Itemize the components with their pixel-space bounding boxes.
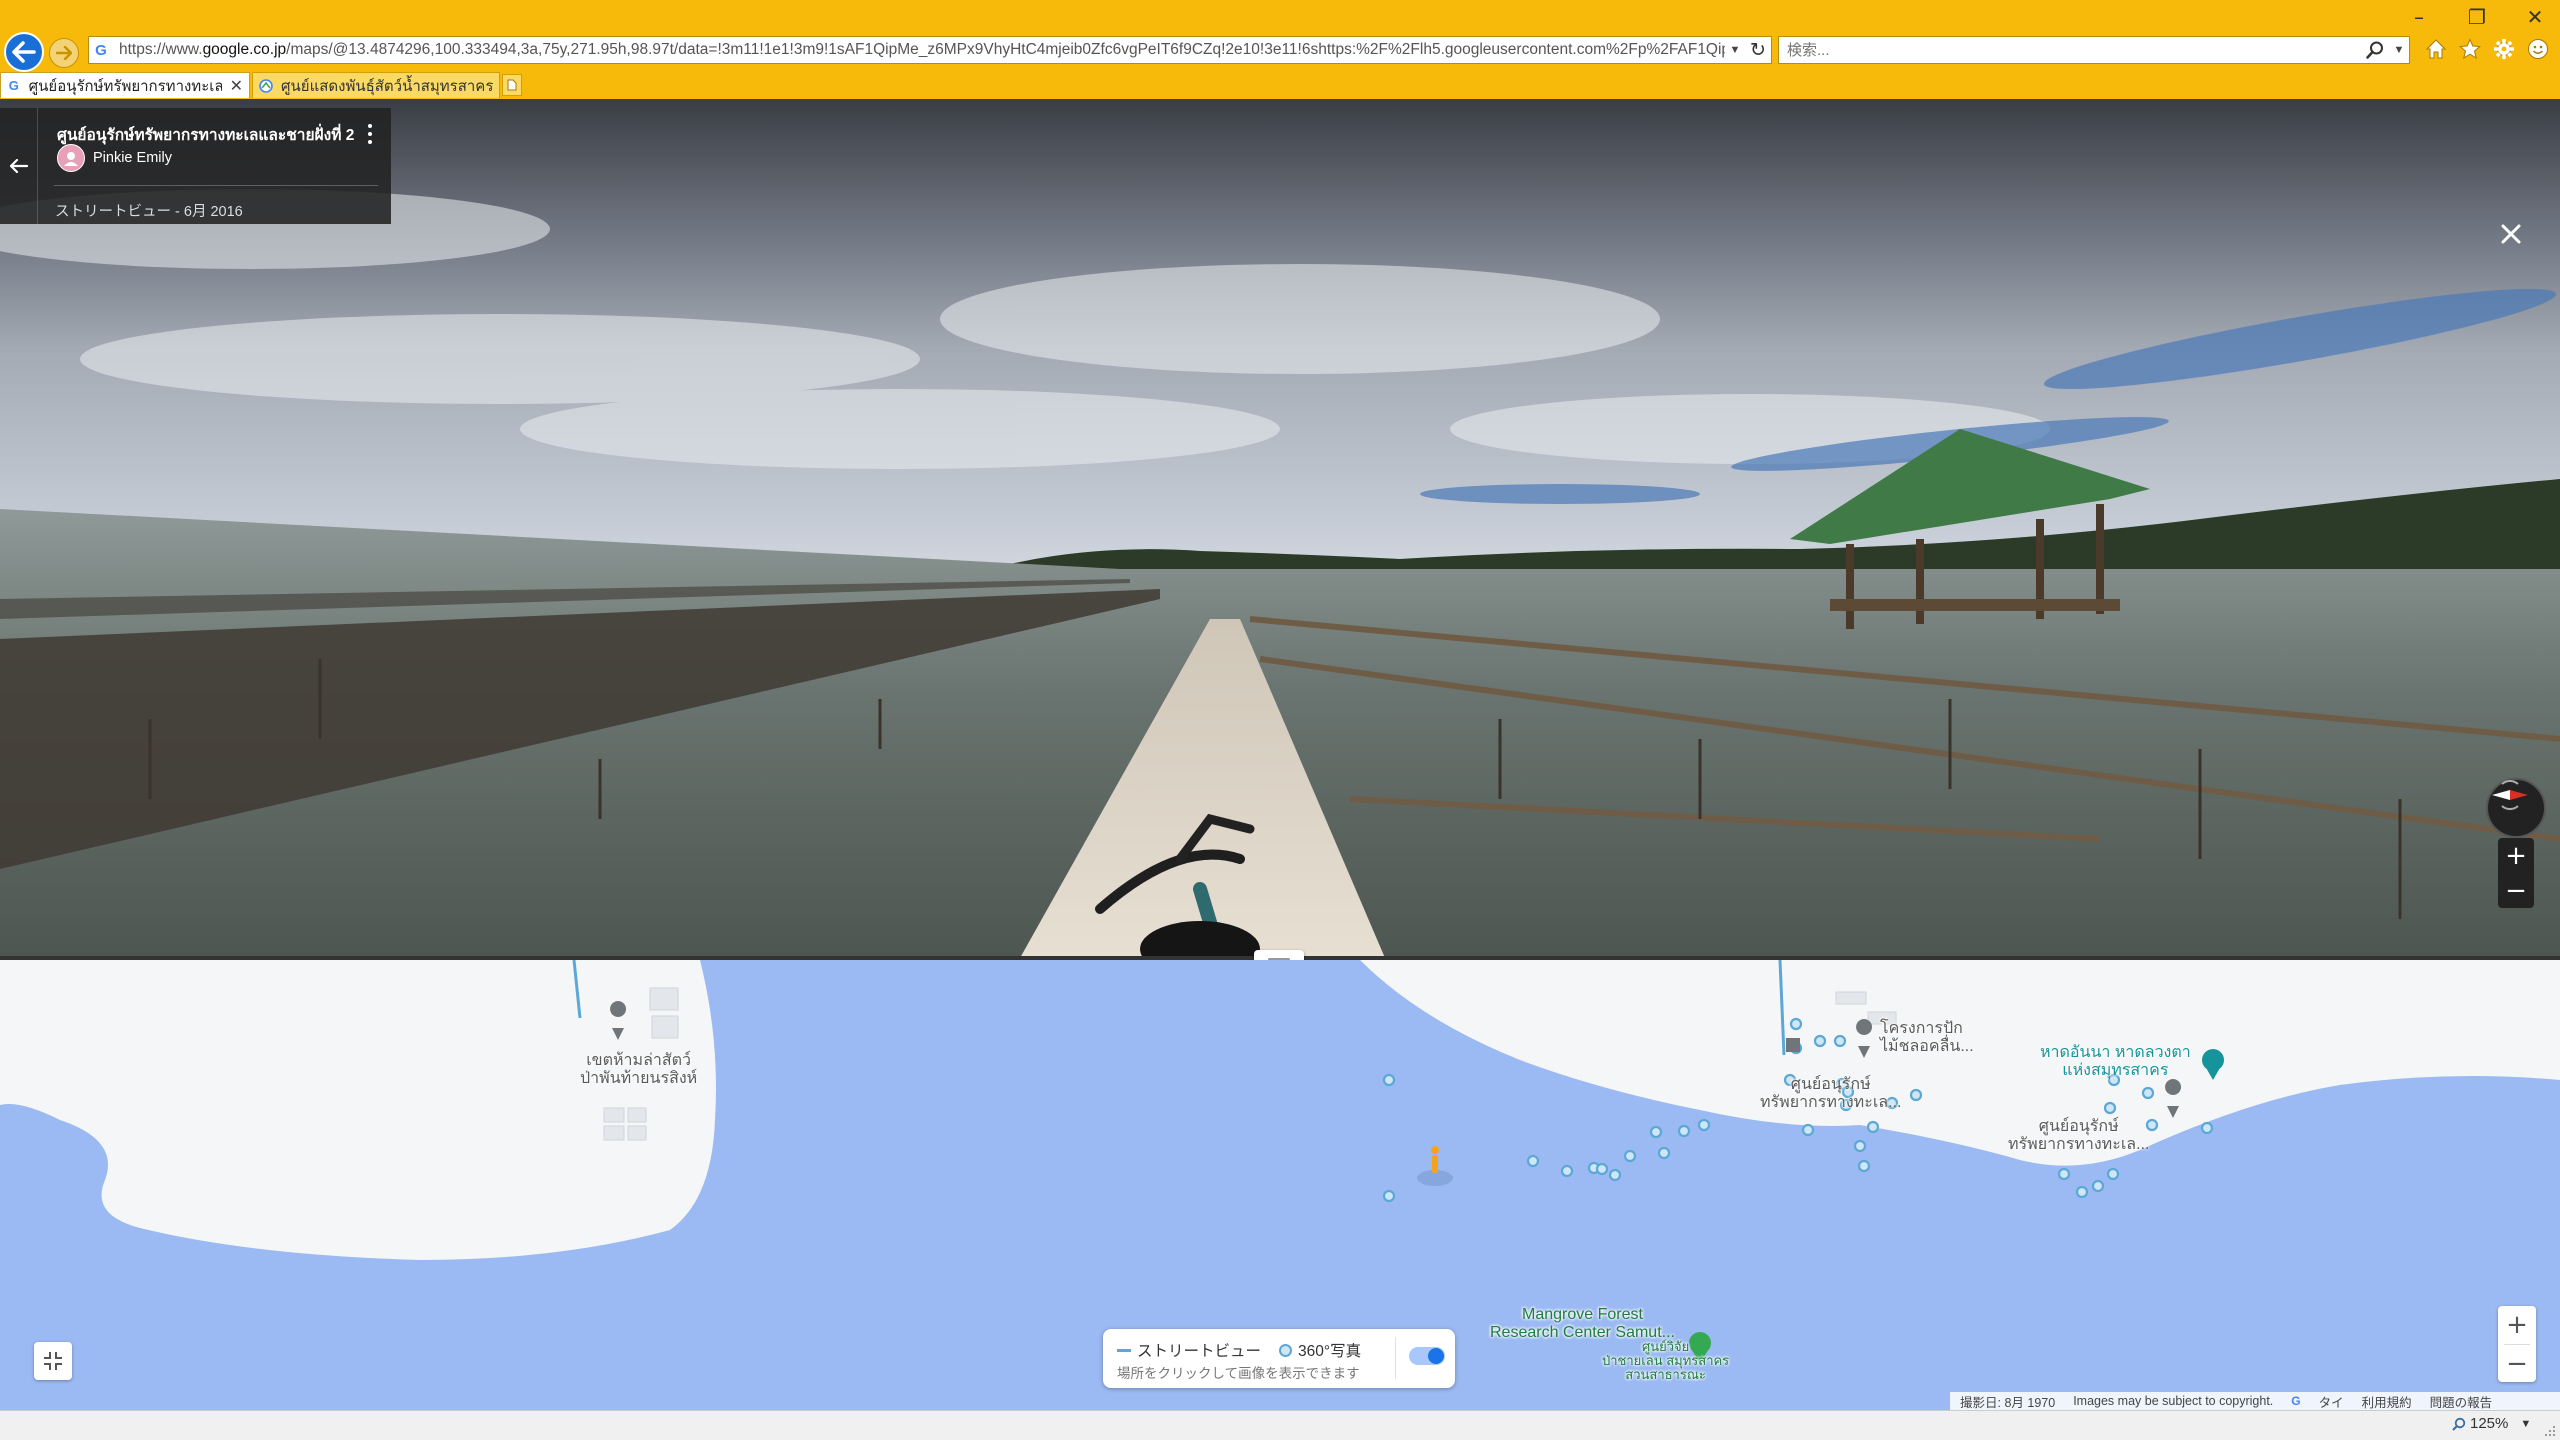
terms-link[interactable]: 利用規約: [2362, 1392, 2412, 1411]
contributor-row[interactable]: Pinkie Emily: [57, 144, 172, 172]
settings-gear-icon[interactable]: [2492, 36, 2516, 62]
zoom-level-value: 125%: [2470, 1415, 2509, 1432]
feedback-smiley-icon[interactable]: [2526, 36, 2550, 62]
streetview-legend: ストリートビュー 360°写真 場所をクリックして画像を表示できます: [1103, 1329, 1455, 1388]
tab-title: ศูนย์อนุรักษ์ทรัพยากรทางทะเลแล...: [28, 77, 222, 95]
legend-streetview-label: ストリートビュー: [1137, 1343, 1262, 1360]
google-favicon-icon: G: [8, 78, 19, 93]
divider: [54, 185, 378, 186]
map-zoom-in-button[interactable]: +: [2498, 1306, 2536, 1344]
capture-date: ストリートビュー - 6月 2016: [55, 204, 243, 220]
legend-photo360-label: 360°写真: [1298, 1343, 1362, 1360]
avatar: [57, 144, 85, 172]
streetview-line-icon: [1117, 1348, 1131, 1352]
address-dropdown-icon[interactable]: ▼: [1725, 44, 1745, 56]
streetview-info-card: ศูนย์อนุรักษ์ทรัพยากรทางทะเลและชายฝั่งที…: [0, 108, 391, 224]
browser-chrome: – ❐ ✕ G https://www.google.co.jp/maps/@1…: [0, 0, 2560, 99]
panorama-image: [0, 99, 2560, 958]
map-zoom-control: + −: [2498, 1306, 2536, 1382]
browser-toolbar: [2424, 36, 2550, 62]
back-button[interactable]: [4, 32, 44, 72]
legend-hint: 場所をクリックして画像を表示できます: [1117, 1366, 1360, 1381]
more-options-icon[interactable]: [360, 122, 380, 146]
photo360-toggle[interactable]: [1409, 1347, 1445, 1365]
collapse-icon: [44, 1352, 62, 1370]
divider: [1395, 1337, 1396, 1379]
status-bar: 125% ▼: [0, 1410, 2560, 1440]
close-streetview-button[interactable]: [2500, 223, 2534, 257]
zoom-level-control[interactable]: 125% ▼: [2452, 1415, 2531, 1432]
close-window-button[interactable]: ✕: [2520, 6, 2550, 28]
streetview-panorama[interactable]: + −: [0, 99, 2560, 958]
maps-favicon-icon: [259, 78, 273, 94]
site-favicon-icon: G: [95, 41, 107, 59]
tab-strip: G ศูนย์อนุรักษ์ทรัพยากรทางทะเลแล... ✕ ศู…: [0, 70, 522, 98]
panorama-zoom-control: + −: [2498, 838, 2534, 908]
tab-title: ศูนย์แสดงพันธุ์สัตว์น้ำสมุทรสาคร สมุ...: [281, 77, 493, 95]
map-collapse-button[interactable]: [34, 1342, 72, 1380]
search-box[interactable]: ▼: [1778, 36, 2410, 64]
window-controls: – ❐ ✕: [2404, 6, 2550, 28]
search-dropdown-icon[interactable]: ▼: [2389, 44, 2409, 56]
map-poi-label[interactable]: ศูนย์วิจัย ป่าชายเลน สมุทรสาคร สวนสาธารณ…: [1602, 1340, 1729, 1382]
minimize-button[interactable]: –: [2404, 6, 2434, 28]
info-back-button[interactable]: [0, 108, 38, 224]
compass-icon: [2492, 780, 2528, 810]
zoom-dropdown-icon[interactable]: ▼: [2520, 1418, 2531, 1430]
new-tab-icon[interactable]: [502, 74, 522, 96]
refresh-icon[interactable]: ↻: [1745, 39, 1771, 62]
zoom-magnifier-icon: [2452, 1417, 2466, 1431]
compass-control[interactable]: [2486, 778, 2546, 838]
map-poi-label[interactable]: ศูนย์อนุรักษ์ ทรัพยากรทางทะเล...: [2008, 1118, 2149, 1154]
photo360-dot-icon: [1279, 1343, 1293, 1357]
address-bar[interactable]: G https://www.google.co.jp/maps/@13.4874…: [88, 36, 1772, 64]
close-icon: [2501, 224, 2521, 244]
map-poi-label[interactable]: โครงการปัก ไม้ชลอคลื่น...: [1880, 1020, 1974, 1056]
map-poi-label[interactable]: Mangrove Forest Research Center Samut...: [1490, 1306, 1675, 1342]
map-poi-label[interactable]: ศูนย์อนุรักษ์ ทรัพยากรทางทะเล...: [1760, 1076, 1901, 1112]
panorama-zoom-out-button[interactable]: −: [2498, 873, 2534, 908]
panorama-zoom-in-button[interactable]: +: [2498, 838, 2534, 873]
search-input[interactable]: [1779, 41, 2361, 59]
report-problem-link[interactable]: 問題の報告: [2430, 1392, 2493, 1411]
arrow-left-icon: [12, 41, 36, 63]
tab-active[interactable]: G ศูนย์อนุรักษ์ทรัพยากรทางทะเลแล... ✕: [0, 72, 250, 98]
contributor-name[interactable]: Pinkie Emily: [93, 150, 172, 166]
capture-date-footer: 撮影日: 8月 1970: [1960, 1395, 2056, 1410]
copyright-notice: Images may be subject to copyright.: [2073, 1394, 2274, 1408]
search-icon[interactable]: [2361, 37, 2389, 63]
region-link[interactable]: タイ: [2319, 1392, 2344, 1411]
restore-button[interactable]: ❐: [2462, 6, 2492, 28]
address-url[interactable]: https://www.google.co.jp/maps/@13.487429…: [113, 41, 1725, 59]
map-zoom-out-button[interactable]: −: [2498, 1345, 2536, 1382]
arrow-right-icon: [56, 46, 72, 60]
google-logo-icon: G: [2291, 1394, 2301, 1408]
home-icon[interactable]: [2424, 36, 2448, 62]
map-poi-label[interactable]: หาดอันนา หาดลวงตา แห่งสมุทรสาคร: [2040, 1044, 2191, 1080]
tab-inactive[interactable]: ศูนย์แสดงพันธุ์สัตว์น้ำสมุทรสาคร สมุ...: [252, 72, 500, 98]
favorites-star-icon[interactable]: [2458, 36, 2482, 62]
resize-grip-icon[interactable]: [2542, 1423, 2556, 1437]
map-footer: 撮影日: 8月 1970 Images may be subject to co…: [1950, 1392, 2560, 1410]
tab-close-icon[interactable]: ✕: [230, 76, 243, 96]
arrow-left-icon: [9, 159, 28, 173]
map-poi-label[interactable]: เขตห้ามล่าสัตว์ ป่าพันท้ายนรสิงห์: [580, 1052, 697, 1088]
forward-button[interactable]: [49, 38, 79, 68]
